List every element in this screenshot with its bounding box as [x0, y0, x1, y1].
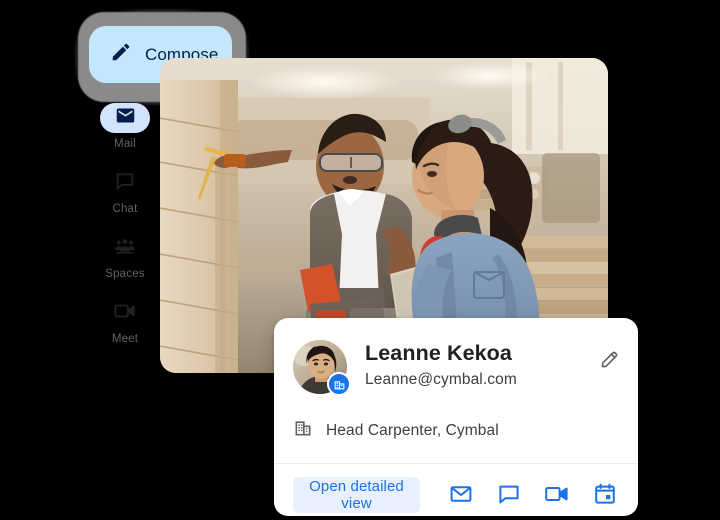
building-icon — [293, 418, 313, 443]
sidebar-item-spaces-pill — [100, 233, 150, 263]
contact-card-header: Leanne Kekoa Leanne@cymbal.com — [274, 318, 638, 396]
sidebar-item-meet-pill — [100, 298, 150, 328]
contact-card: Leanne Kekoa Leanne@cymbal.com Head Carp… — [274, 318, 638, 516]
avatar-wrapper — [293, 340, 351, 396]
edit-contact-button[interactable] — [596, 348, 622, 374]
app-root: Compose Mail Chat Spaces Meet Leanne Kek… — [0, 0, 720, 520]
video-camera-icon — [113, 301, 137, 326]
video-call-action-button[interactable] — [543, 481, 571, 509]
chat-bubble-icon — [114, 170, 136, 197]
contact-name: Leanne Kekoa — [365, 341, 512, 365]
contact-role: Head Carpenter, Cymbal — [326, 421, 499, 439]
contact-card-actions: Open detailed view — [274, 464, 638, 513]
contact-email: Leanne@cymbal.com — [365, 370, 517, 388]
pencil-icon — [110, 41, 132, 68]
sidebar-item-spaces-label: Spaces — [105, 268, 145, 280]
sidebar-item-chat[interactable]: Chat — [92, 168, 158, 215]
sidebar-item-meet[interactable]: Meet — [92, 298, 158, 345]
contact-role-row: Head Carpenter, Cymbal — [274, 418, 638, 443]
calendar-icon — [593, 482, 617, 509]
envelope-icon — [115, 105, 136, 131]
sidebar-nav: Mail Chat Spaces Meet — [92, 103, 158, 345]
sidebar-item-meet-label: Meet — [111, 333, 139, 345]
people-group-icon — [113, 235, 137, 262]
email-icon — [449, 482, 473, 509]
sidebar-item-mail-label: Mail — [114, 138, 136, 150]
video-call-icon — [544, 483, 570, 508]
building-badge-icon — [327, 372, 351, 396]
email-action-button[interactable] — [447, 481, 475, 509]
calendar-action-button[interactable] — [591, 481, 619, 509]
sidebar-item-mail-pill — [100, 103, 150, 133]
sidebar-item-chat-pill — [100, 168, 150, 198]
chat-icon — [497, 482, 521, 509]
sidebar-item-mail[interactable]: Mail — [92, 103, 158, 150]
open-detailed-view-button[interactable]: Open detailed view — [293, 477, 420, 513]
sidebar-item-chat-label: Chat — [112, 203, 138, 215]
pencil-edit-icon — [599, 349, 620, 373]
quick-action-icons — [447, 481, 619, 509]
contact-identity: Leanne Kekoa Leanne@cymbal.com — [365, 340, 517, 389]
sidebar-item-spaces[interactable]: Spaces — [92, 233, 158, 280]
chat-action-button[interactable] — [495, 481, 523, 509]
